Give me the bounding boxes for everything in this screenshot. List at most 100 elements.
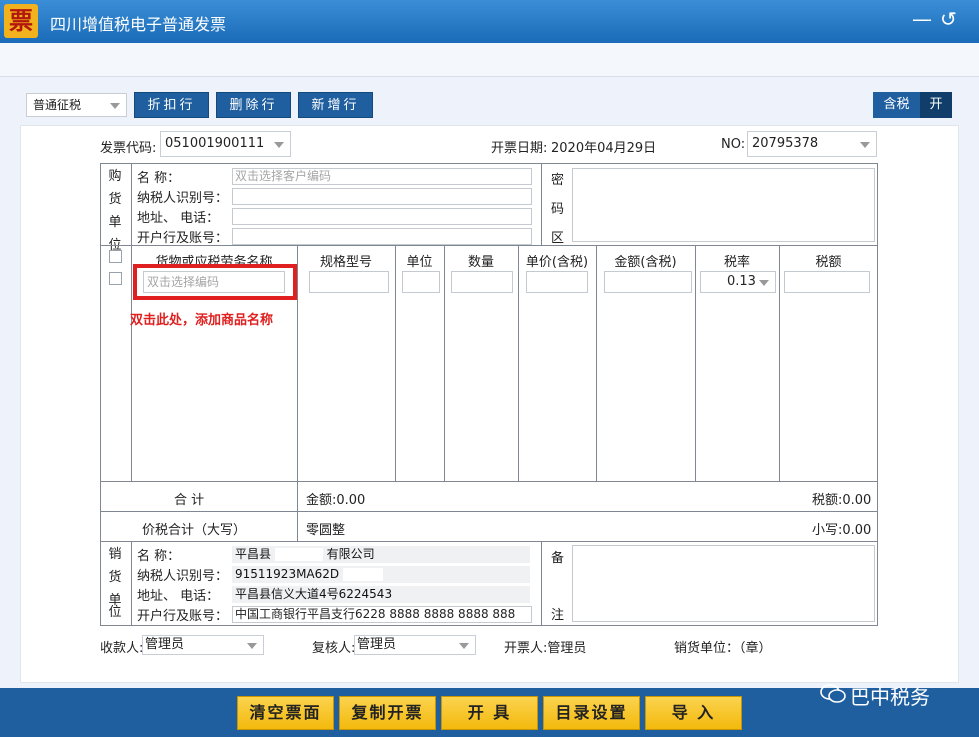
seller-taxid-value: 91511923MA62D (235, 567, 340, 581)
col-divider (779, 245, 780, 481)
row-checkbox[interactable] (109, 272, 122, 285)
password-area-box (572, 168, 875, 242)
totals-bottom-line (100, 541, 878, 542)
item-qty-input[interactable] (451, 271, 513, 293)
issue-invoice-button[interactable]: 开 具 (441, 696, 538, 730)
seller-side-label-1: 销 (108, 547, 122, 562)
col-header-rate: 税率 (723, 255, 750, 270)
items-top-line (100, 245, 878, 246)
items-bottom-line (100, 481, 878, 482)
reviewer-label: 复核人: (312, 641, 356, 656)
seller-side-label-4: 位 (108, 605, 122, 620)
totals-mid-line (100, 511, 878, 512)
seller-side-divider (131, 541, 132, 626)
item-tax-input[interactable] (784, 271, 870, 293)
chevron-down-icon (759, 280, 769, 286)
col-divider (444, 245, 445, 481)
chevron-down-icon (459, 643, 469, 649)
col-header-qty: 数量 (467, 255, 494, 270)
seller-name-label: 名 称： (137, 549, 181, 564)
invoice-no-label: NO: (721, 137, 746, 152)
tax-inclusive-label[interactable]: 含税 (873, 92, 920, 118)
item-amount-input[interactable] (604, 271, 692, 293)
seller-taxid-label: 纳税人识别号： (137, 569, 229, 584)
chevron-down-icon (110, 103, 120, 109)
wechat-icon (820, 684, 846, 703)
seller-bank-field[interactable]: 中国工商银行平昌支行6228 8888 8888 8888 888 (232, 606, 532, 623)
clear-form-button[interactable]: 清空票面 (237, 696, 334, 730)
col-header-amount: 金额(含税) (614, 255, 677, 270)
copy-invoice-button[interactable]: 复制开票 (339, 696, 436, 730)
tax-type-value: 普通征税 (33, 98, 82, 112)
back-button[interactable]: ↺ (940, 9, 957, 29)
import-button[interactable]: 导 入 (645, 696, 742, 730)
select-all-checkbox[interactable] (109, 250, 122, 263)
item-unit-input[interactable] (402, 271, 440, 293)
col-header-tax: 税额 (815, 255, 842, 270)
payee-value: 管理员 (145, 637, 185, 652)
seller-bank-label: 开户行及账号： (137, 609, 229, 624)
seller-taxid-field: 91511923MA62D (232, 566, 530, 583)
tax-type-select[interactable]: 普通征税 (26, 93, 127, 117)
invoice-date-label: 开票日期: (491, 141, 548, 156)
remarks-input[interactable] (572, 545, 875, 622)
col-divider (297, 245, 298, 481)
buyer-taxid-input[interactable] (232, 188, 532, 205)
window-title: 四川增值税电子普通发票 (50, 15, 227, 34)
remarks-label-2: 注 (551, 608, 565, 623)
buyer-name-label: 名 称： (137, 171, 181, 186)
buyer-bank-label: 开户行及账号： (137, 231, 229, 246)
remarks-divider (541, 541, 542, 626)
payee-select[interactable]: 管理员 (142, 635, 264, 655)
discount-row-button[interactable]: 折扣行 (134, 92, 209, 118)
buyer-bank-input[interactable] (232, 228, 532, 245)
item-price-input[interactable] (526, 271, 588, 293)
total-tax: 税额:0.00 (812, 493, 872, 508)
annotation-text: 双击此处，添加商品名称 (130, 313, 274, 328)
seller-address-label: 地址、 电话： (137, 589, 220, 604)
col-divider (695, 245, 696, 481)
item-tax-rate-select[interactable]: 0.13 (700, 271, 776, 293)
seller-side-label-2: 货 (108, 570, 122, 585)
seller-name-prefix: 平昌县 (235, 547, 272, 561)
buyer-address-input[interactable] (232, 208, 532, 225)
item-spec-input[interactable] (309, 271, 389, 293)
col-header-price: 单价(含税) (525, 255, 589, 270)
col-divider (395, 245, 396, 481)
password-label-3: 区 (551, 231, 565, 246)
drawer-label: 开票人:管理员 (504, 641, 587, 656)
password-label-1: 密 (551, 173, 565, 188)
col-divider (518, 245, 519, 481)
total-label: 合 计 (174, 493, 205, 508)
app-logo: 票 (4, 4, 38, 38)
delete-row-button[interactable]: 删除行 (216, 92, 291, 118)
watermark-text: 巴中税务 (850, 685, 930, 709)
buyer-side-label-1: 购 (108, 169, 122, 184)
catalog-settings-button[interactable]: 目录设置 (543, 696, 640, 730)
invoice-code-label: 发票代码: (100, 141, 157, 156)
buyer-name-input[interactable]: 双击选择客户编码 (232, 168, 532, 185)
seller-name-suffix: 有限公司 (326, 547, 375, 561)
chevron-down-icon (274, 142, 284, 148)
invoice-code-select[interactable]: 051001900111 (160, 131, 291, 157)
col-divider (596, 245, 597, 481)
reviewer-value: 管理员 (357, 637, 397, 652)
minimize-button[interactable]: — (912, 9, 932, 29)
title-bar: 票 四川增值税电子普通发票 — ↺ (0, 0, 979, 43)
invoice-no-select[interactable]: 20795378 (747, 131, 877, 157)
invoice-date-value: 2020年04月29日 (551, 141, 657, 156)
tax-inclusive-toggle[interactable]: 开 (920, 92, 952, 118)
seller-seal-label: 销货单位：（章） (674, 641, 772, 656)
seller-name-field: 平昌县 有限公司 (232, 546, 530, 563)
col-header-unit: 单位 (406, 255, 433, 270)
buyer-taxid-label: 纳税人识别号： (137, 191, 229, 206)
add-row-button[interactable]: 新增行 (298, 92, 373, 118)
total-words-label: 价税合计（大写） (142, 523, 247, 538)
toolbar-strip (0, 43, 979, 77)
buyer-side-label-2: 货 (108, 192, 122, 207)
col-header-spec: 规格型号 (319, 255, 372, 270)
buyer-address-label: 地址、 电话： (137, 211, 220, 226)
buyer-side-label-3: 单 (108, 215, 122, 230)
highlight-frame (133, 264, 297, 300)
reviewer-select[interactable]: 管理员 (354, 635, 476, 655)
